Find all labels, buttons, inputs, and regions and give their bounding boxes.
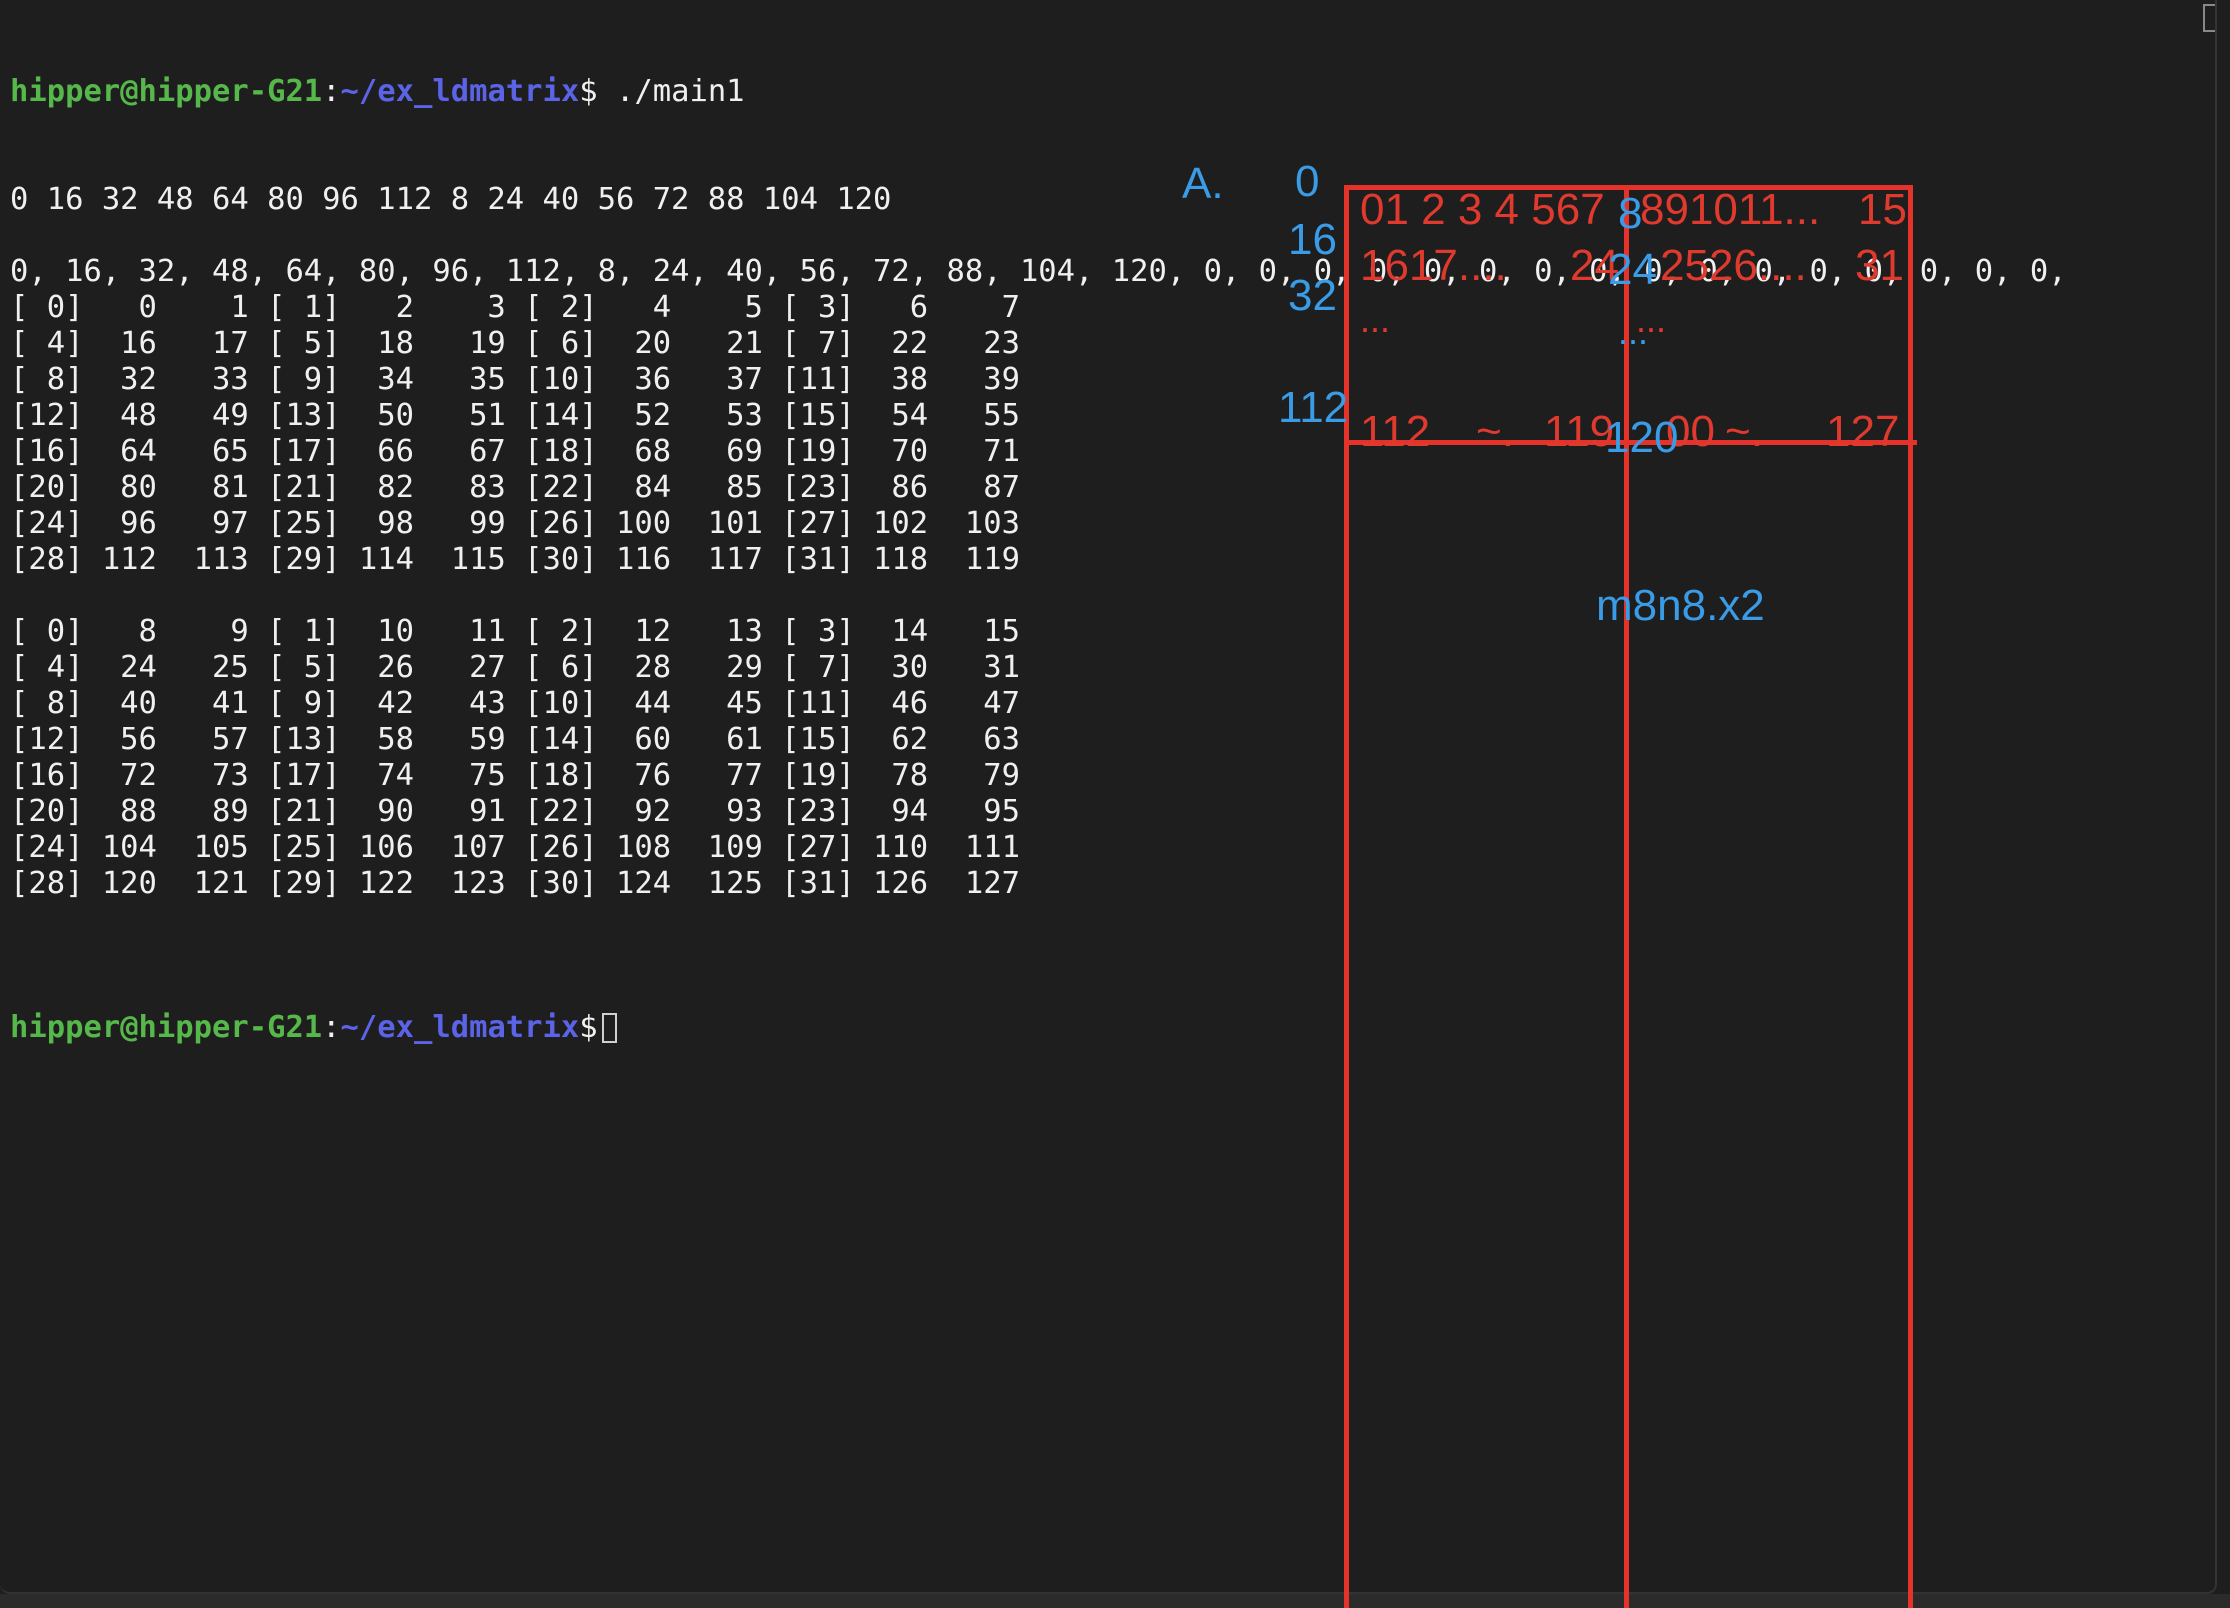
text-cursor — [601, 1013, 617, 1043]
terminal-output: hipper@hipper-G21:~/ex_ldmatrix$ ./main1… — [10, 2, 2067, 1118]
annotation-col-24: 24 — [1608, 245, 1657, 294]
annotation-row-16: 16 — [1288, 215, 1337, 264]
terminal-window[interactable]: hipper@hipper-G21:~/ex_ldmatrix$ ./main1… — [0, 0, 2217, 1594]
annotation-col-120: 120 — [1605, 413, 1679, 462]
bottom-bar — [0, 1594, 2230, 1608]
annotation-label-a: A. — [1182, 159, 1224, 208]
annotation-blue-dots: ... — [1618, 311, 1649, 352]
prompt-user: hipper@hipper-G21 — [10, 1010, 323, 1045]
output-line: [24] 104 105 [25] 106 107 [26] 108 109 [… — [10, 830, 1020, 865]
annotation-line-middle — [1624, 185, 1629, 1608]
annotation-last-b: 119 — [1544, 407, 1615, 456]
prompt-path: ~/ex_ldmatrix — [340, 1010, 580, 1045]
output-line: [ 8] 40 41 [ 9] 42 43 [10] 44 45 [11] 46… — [10, 686, 1020, 721]
active-prompt-line[interactable]: hipper@hipper-G21:~/ex_ldmatrix$ — [10, 1010, 2067, 1046]
annotation-last-tilde-2: ~. — [1725, 407, 1763, 456]
annotation-row-32: 32 — [1288, 271, 1337, 320]
prompt-separator: : — [322, 1010, 341, 1045]
output-line: [ 8] 32 33 [ 9] 34 35 [10] 36 37 [11] 38… — [10, 362, 1020, 397]
annotation-line-right — [1908, 185, 1913, 1608]
output-line: [ 4] 24 25 [ 5] 26 27 [ 6] 28 29 [ 7] 30… — [10, 650, 1020, 685]
output-block: 0 16 32 48 64 80 96 112 8 24 40 56 72 88… — [10, 182, 2067, 938]
annotation-row-0: 0 — [1295, 157, 1320, 206]
output-line: [20] 88 89 [21] 90 91 [22] 92 93 [23] 94… — [10, 794, 1020, 829]
annotation-last-a: 112 — [1360, 407, 1431, 456]
annotation-last-end: 127 — [1826, 407, 1900, 456]
annotation-last-tilde-1: ~. — [1476, 407, 1514, 456]
annotation-row-a-cont: 891011... — [1640, 185, 1821, 234]
prompt-path: ~/ex_ldmatrix — [340, 74, 580, 109]
command-text: ./main1 — [597, 74, 745, 109]
output-line: [28] 120 121 [29] 122 123 [30] 124 125 [… — [10, 866, 1020, 901]
annotation-row-112: 112 — [1278, 383, 1349, 432]
output-line: [24] 96 97 [25] 98 99 [26] 100 101 [27] … — [10, 506, 1020, 541]
prompt-symbol: $ — [579, 1010, 598, 1045]
annotation-col-8: 8 — [1618, 189, 1643, 238]
screen: hipper@hipper-G21:~/ex_ldmatrix$ ./main1… — [0, 0, 2230, 1608]
prompt-symbol: $ — [579, 74, 598, 109]
output-line: [ 0] 0 1 [ 1] 2 3 [ 2] 4 5 [ 3] 6 7 — [10, 290, 1020, 325]
annotation-row-b-end: 31 — [1855, 241, 1904, 290]
output-line: [20] 80 81 [21] 82 83 [22] 84 85 [23] 86… — [10, 470, 1020, 505]
scroll-indicator[interactable] — [2203, 4, 2215, 32]
output-line: [12] 56 57 [13] 58 59 [14] 60 61 [15] 62… — [10, 722, 1020, 757]
annotation-row-b: 1617.... — [1360, 241, 1507, 290]
command-line: hipper@hipper-G21:~/ex_ldmatrix$ ./main1 — [10, 74, 2067, 110]
output-line: [16] 72 73 [17] 74 75 [18] 76 77 [19] 78… — [10, 758, 1020, 793]
annotation-row-a: 01 2 3 4 567 — [1360, 185, 1605, 234]
annotation-dots-left: ... — [1360, 299, 1391, 340]
annotation-row-a-end: 15 — [1858, 185, 1907, 234]
prompt-user: hipper@hipper-G21 — [10, 74, 323, 109]
output-line: [28] 112 113 [29] 114 115 [30] 116 117 [… — [10, 542, 1020, 577]
output-line: [ 4] 16 17 [ 5] 18 19 [ 6] 20 21 [ 7] 22… — [10, 326, 1020, 361]
annotation-row-b-cont: 2526.... — [1660, 241, 1807, 290]
annotation-mode-label: m8n8.x2 — [1596, 581, 1765, 630]
prompt-separator: : — [322, 74, 341, 109]
